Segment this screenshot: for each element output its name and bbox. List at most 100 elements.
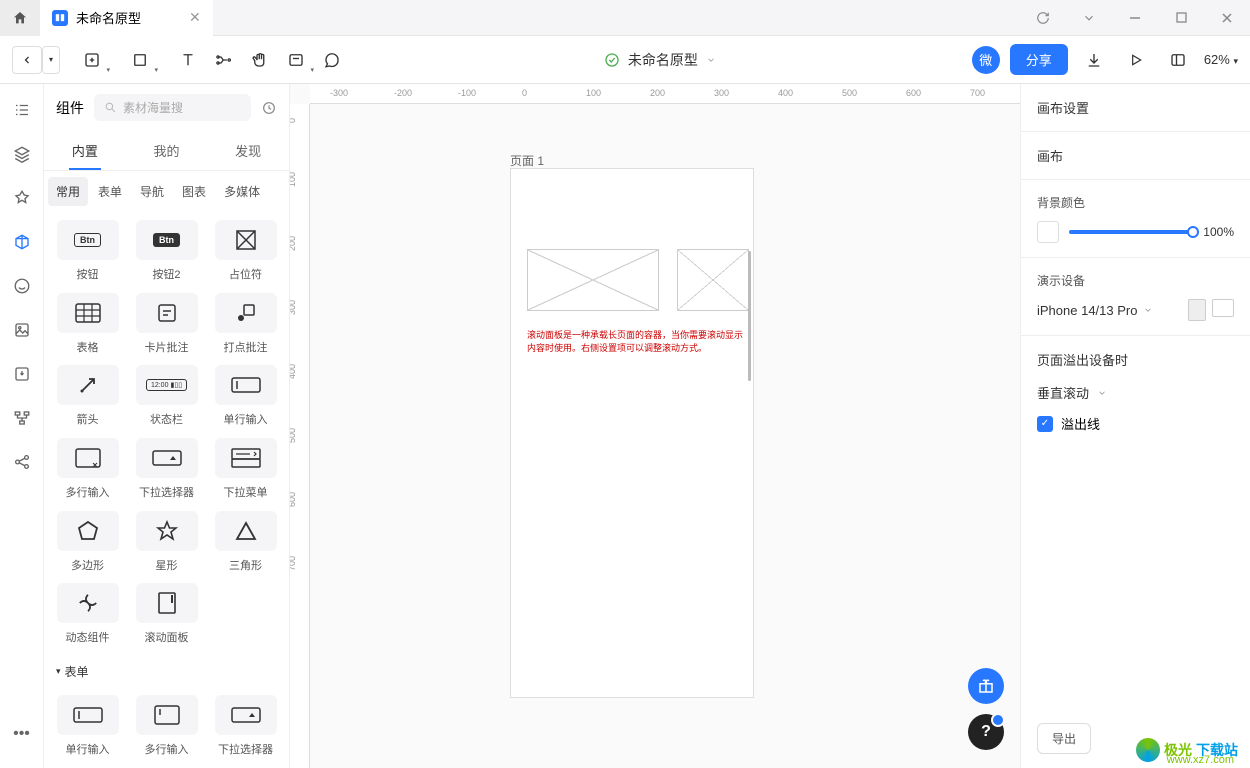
hand-tool[interactable]	[244, 44, 276, 76]
export-button[interactable]: 导出	[1037, 723, 1091, 754]
comp-form-input1[interactable]: 单行输入	[52, 695, 123, 760]
shape-tool[interactable]: ▾	[124, 44, 156, 76]
titlebar: ▮▮ 未命名原型 ✕	[0, 0, 1250, 36]
category-tabs: 常用 表单 导航 图表 多媒体	[44, 171, 289, 212]
comp-table[interactable]: 表格	[52, 293, 123, 358]
canvas-tab[interactable]: 画布	[1021, 132, 1250, 180]
components-icon[interactable]	[8, 228, 36, 256]
cat-common[interactable]: 常用	[48, 177, 88, 206]
wei-avatar[interactable]: 微	[972, 46, 1000, 74]
maximize-button[interactable]	[1158, 0, 1204, 36]
share-icon[interactable]	[8, 448, 36, 476]
helper-text[interactable]: 滚动面板是一种承载长页面的容器，当你需要滚动显示内容时使用。右侧设置项可以调整滚…	[527, 329, 743, 354]
image-icon[interactable]	[8, 316, 36, 344]
placeholder-1[interactable]	[527, 249, 659, 311]
refresh-icon[interactable]	[1020, 0, 1066, 36]
home-button[interactable]	[0, 0, 40, 36]
placeholder-2[interactable]	[677, 249, 749, 311]
artboard[interactable]: 滚动面板是一种承载长页面的容器，当你需要滚动显示内容时使用。右侧设置项可以调整滚…	[510, 168, 754, 698]
device-section: 演示设备 iPhone 14/13 Pro	[1021, 258, 1250, 336]
minimize-button[interactable]	[1112, 0, 1158, 36]
play-button[interactable]	[1120, 44, 1152, 76]
device-label: 演示设备	[1037, 272, 1234, 289]
properties-panel: 画布设置 画布 背景颜色 100% 演示设备 iPhone 14/13 Pro …	[1020, 84, 1250, 768]
document-name[interactable]: 未命名原型	[628, 50, 698, 70]
chevron-down-icon[interactable]	[1066, 0, 1112, 36]
tab-discover[interactable]: 发现	[207, 131, 289, 170]
document-tab[interactable]: ▮▮ 未命名原型 ✕	[40, 0, 213, 36]
comp-dot-note[interactable]: 打点批注	[210, 293, 281, 358]
canvas-settings-tab[interactable]: 画布设置	[1021, 84, 1250, 132]
comp-polygon[interactable]: 多边形	[52, 511, 123, 576]
close-button[interactable]	[1204, 0, 1250, 36]
cat-nav[interactable]: 导航	[132, 177, 172, 206]
help-button[interactable]: ?	[968, 714, 1004, 750]
comp-star[interactable]: 星形	[131, 511, 202, 576]
comp-scroll-panel[interactable]: 滚动面板	[131, 583, 202, 648]
export-icon[interactable]	[8, 360, 36, 388]
layers-icon[interactable]	[8, 140, 36, 168]
comp-select[interactable]: 下拉选择器	[131, 438, 202, 503]
components-panel: 组件 素材海量搜 内置 我的 发现 常用 表单 导航 图表 多媒体 Btn按钮 …	[44, 84, 290, 768]
assets-icon[interactable]	[8, 184, 36, 212]
section-form[interactable]: ▾表单	[52, 656, 281, 688]
cat-media[interactable]: 多媒体	[216, 177, 268, 206]
comp-textarea[interactable]: 多行输入	[52, 438, 123, 503]
comp-card-note[interactable]: 卡片批注	[131, 293, 202, 358]
chevron-down-icon[interactable]	[706, 55, 716, 65]
tab-mine[interactable]: 我的	[126, 131, 208, 170]
comment-tool[interactable]	[316, 44, 348, 76]
comp-triangle[interactable]: 三角形	[210, 511, 281, 576]
comp-button2[interactable]: Btn按钮2	[131, 220, 202, 285]
add-tool[interactable]: ▾	[76, 44, 108, 76]
comp-input[interactable]: 单行输入	[210, 365, 281, 430]
left-rail: •••	[0, 84, 44, 768]
comp-placeholder[interactable]: 占位符	[210, 220, 281, 285]
comp-dynamic[interactable]: 动态组件	[52, 583, 123, 648]
window-controls	[1020, 0, 1250, 36]
comp-form-textarea[interactable]: 多行输入	[131, 695, 202, 760]
comp-form-select[interactable]: 下拉选择器	[210, 695, 281, 760]
more-icon[interactable]: •••	[8, 720, 36, 748]
zoom-level[interactable]: 62% ▾	[1204, 52, 1238, 67]
canvas[interactable]: -300 -200 -100 0 100 200 300 400 500 600…	[290, 84, 1020, 768]
cat-chart[interactable]: 图表	[174, 177, 214, 206]
app-icon: ▮▮	[52, 10, 68, 26]
link-tool[interactable]	[208, 44, 240, 76]
color-swatch[interactable]	[1037, 221, 1059, 243]
panel-toggle[interactable]	[1162, 44, 1194, 76]
bg-color-label: 背景颜色	[1037, 194, 1234, 211]
overflow-section: 页面溢出设备时 垂直滚动 ✓ 溢出线	[1021, 336, 1250, 447]
note-tool[interactable]: ▾	[280, 44, 312, 76]
download-button[interactable]	[1078, 44, 1110, 76]
comp-dropdown-menu[interactable]: 下拉菜单	[210, 438, 281, 503]
gift-button[interactable]	[968, 668, 1004, 704]
flow-icon[interactable]	[8, 404, 36, 432]
cat-form[interactable]: 表单	[90, 177, 130, 206]
text-tool[interactable]	[172, 44, 204, 76]
portrait-button[interactable]	[1188, 299, 1206, 321]
outline-icon[interactable]	[8, 96, 36, 124]
opacity-slider[interactable]	[1069, 230, 1193, 234]
share-button[interactable]: 分享	[1010, 44, 1068, 75]
device-select[interactable]: iPhone 14/13 Pro	[1037, 303, 1153, 318]
components-grid: Btn按钮 Btn按钮2 占位符 表格 卡片批注 打点批注 箭头 12:00▮▯…	[44, 212, 289, 768]
search-input[interactable]: 素材海量搜	[94, 94, 251, 121]
history-icon[interactable]	[261, 100, 277, 116]
overflow-line-label: 溢出线	[1061, 414, 1100, 433]
comp-statusbar[interactable]: 12:00▮▯▯状态栏	[131, 365, 202, 430]
emoji-icon[interactable]	[8, 272, 36, 300]
scrollbar[interactable]	[748, 251, 751, 381]
back-dropdown[interactable]: ▾	[42, 46, 60, 74]
page-label[interactable]: 页面 1	[510, 152, 544, 169]
landscape-button[interactable]	[1212, 299, 1234, 317]
overflow-checkbox[interactable]: ✓	[1037, 416, 1053, 432]
check-icon	[604, 52, 620, 68]
tab-builtin[interactable]: 内置	[44, 131, 126, 170]
close-icon[interactable]: ✕	[189, 9, 201, 26]
comp-arrow[interactable]: 箭头	[52, 365, 123, 430]
back-button[interactable]	[12, 46, 42, 74]
scroll-select[interactable]: 垂直滚动	[1037, 383, 1234, 402]
comp-button[interactable]: Btn按钮	[52, 220, 123, 285]
ruler-horizontal: -300 -200 -100 0 100 200 300 400 500 600…	[310, 84, 1020, 104]
